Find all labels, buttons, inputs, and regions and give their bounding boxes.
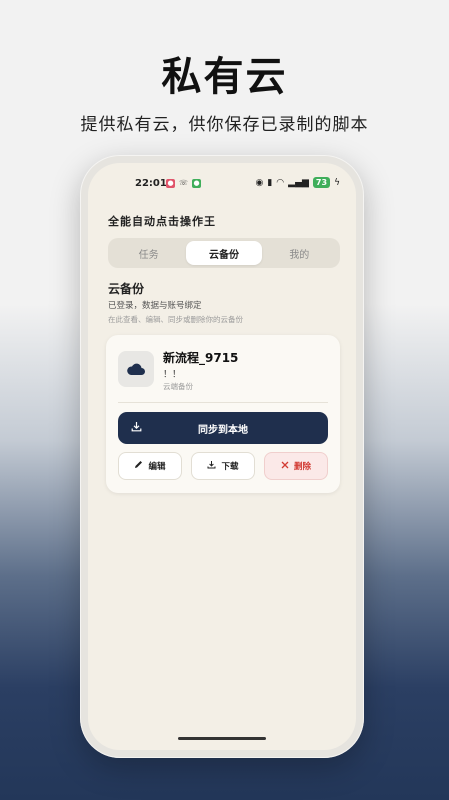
vibrate-icon: ▮ [267, 177, 273, 188]
edit-button[interactable]: 编辑 [118, 452, 182, 480]
backup-description: ！！ [163, 370, 182, 380]
backup-name: 新流程_9715 [163, 351, 239, 365]
backup-card: 新流程_9715 ！！ 云端备份 同步到本地 编辑 下载 删除 [106, 335, 340, 493]
delete-button[interactable]: 删除 [264, 452, 328, 480]
phone-frame: 22:01 ● ☏ ● ◉ ▮ ◠ ▂▄▆ 73 ϟ 全能自动点击操作王 任务 … [80, 155, 364, 758]
backup-tag: 云端备份 [163, 382, 193, 391]
status-time: 22:01 [135, 178, 167, 189]
promo-headline: 私有云 [161, 54, 288, 100]
download-icon [207, 460, 216, 472]
close-icon [281, 461, 289, 472]
battery-icon: 73 [312, 177, 331, 188]
status-bar: 22:01 ● ☏ ● ◉ ▮ ◠ ▂▄▆ 73 ϟ [88, 177, 356, 193]
promo-subline: 提供私有云，供你保存已录制的脚本 [80, 115, 369, 135]
pencil-icon [134, 460, 143, 472]
sync-to-local-button[interactable]: 同步到本地 [118, 412, 328, 444]
system-icons: ◉ ▮ ◠ ▂▄▆ 73 ϟ [255, 177, 340, 188]
sync-label: 同步到本地 [198, 424, 248, 436]
download-icon [131, 421, 142, 435]
phone-screen: 22:01 ● ☏ ● ◉ ▮ ◠ ▂▄▆ 73 ϟ 全能自动点击操作王 任务 … [88, 163, 356, 750]
login-status: 已登录，数据与账号绑定 [108, 301, 202, 311]
app-title: 全能自动点击操作王 [108, 215, 216, 228]
edit-label: 编辑 [148, 462, 166, 472]
section-title: 云备份 [108, 282, 145, 296]
wechat-notification-icon: ● [192, 179, 201, 188]
tab-tasks[interactable]: 任务 [111, 241, 186, 265]
app-notification-icon: ● [166, 179, 175, 188]
download-label: 下载 [221, 462, 239, 472]
missed-call-icon: ☏ [179, 179, 188, 187]
charging-icon: ϟ [334, 177, 340, 188]
tab-mine[interactable]: 我的 [262, 241, 337, 265]
cloud-icon [118, 351, 154, 387]
action-buttons: 编辑 下载 删除 [118, 452, 328, 480]
home-indicator[interactable] [178, 737, 266, 740]
tab-bar: 任务 云备份 我的 [108, 238, 340, 268]
signal-icon: ▂▄▆ [288, 177, 309, 188]
card-divider [118, 402, 328, 403]
download-button[interactable]: 下载 [191, 452, 255, 480]
alarm-icon: ◉ [255, 177, 264, 188]
section-hint: 在此查看、编辑、同步或删除你的云备份 [108, 315, 243, 324]
notification-icons: ● ☏ ● [166, 179, 201, 188]
wifi-icon: ◠ [276, 177, 285, 188]
delete-label: 删除 [293, 462, 311, 472]
tab-cloud-backup[interactable]: 云备份 [186, 241, 262, 265]
